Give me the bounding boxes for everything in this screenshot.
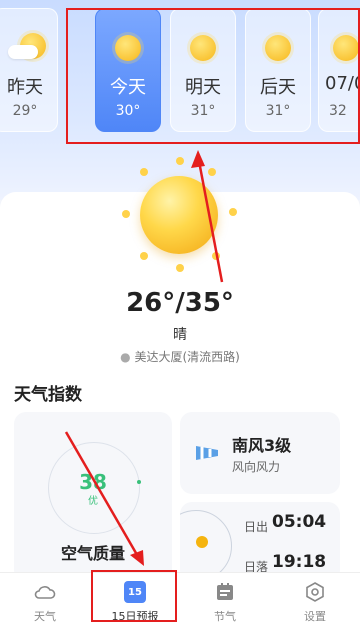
bottom-tab-bar: 天气 15 15日预报 节气 设置	[0, 572, 360, 625]
sunrise-sunset-card[interactable]: 日出 05:04 日落 19:18	[180, 502, 340, 582]
highlight-box-tab	[91, 570, 177, 622]
wind-card[interactable]: 南风3级 风向风力	[180, 412, 340, 494]
location-text: 美达大厦(清流西路)	[134, 350, 240, 364]
calendar-note-icon	[217, 583, 233, 600]
day-name: 昨天	[7, 77, 43, 98]
sun-position-icon	[196, 536, 208, 548]
tab-settings[interactable]: 设置	[270, 573, 360, 625]
air-quality-title: 空气质量	[60, 544, 125, 563]
day-card-yesterday[interactable]: 昨天 29°	[0, 8, 58, 132]
sunrise-time: 05:04	[272, 512, 327, 532]
temp-range: 26°/35°	[126, 288, 234, 318]
highlight-box-days	[66, 8, 360, 144]
settings-icon	[306, 582, 324, 602]
air-quality-value: 38	[79, 470, 107, 494]
location-pin-icon: ●	[120, 350, 131, 364]
section-title: 天气指数	[14, 385, 82, 405]
wind-title: 南风3级	[232, 436, 292, 455]
air-quality-card[interactable]: 38 优 空气质量	[14, 412, 172, 582]
windsock-icon	[196, 446, 218, 460]
air-quality-level: 优	[88, 496, 98, 507]
tab-solar-term[interactable]: 节气	[180, 573, 270, 625]
location-row[interactable]: ● 美达大厦(清流西路)	[0, 348, 360, 365]
sunrise-label: 日出	[244, 520, 269, 534]
wind-subtitle: 风向风力	[232, 460, 281, 474]
tab-label: 设置	[304, 610, 326, 623]
cloud-icon	[34, 586, 56, 599]
day-temp: 29°	[12, 103, 38, 119]
tab-label: 节气	[214, 610, 236, 623]
tab-label: 天气	[34, 610, 56, 623]
tab-weather[interactable]: 天气	[0, 573, 90, 625]
condition-text: 晴	[173, 327, 187, 343]
sun-cloud-icon	[8, 33, 46, 63]
sunset-time: 19:18	[272, 552, 327, 572]
